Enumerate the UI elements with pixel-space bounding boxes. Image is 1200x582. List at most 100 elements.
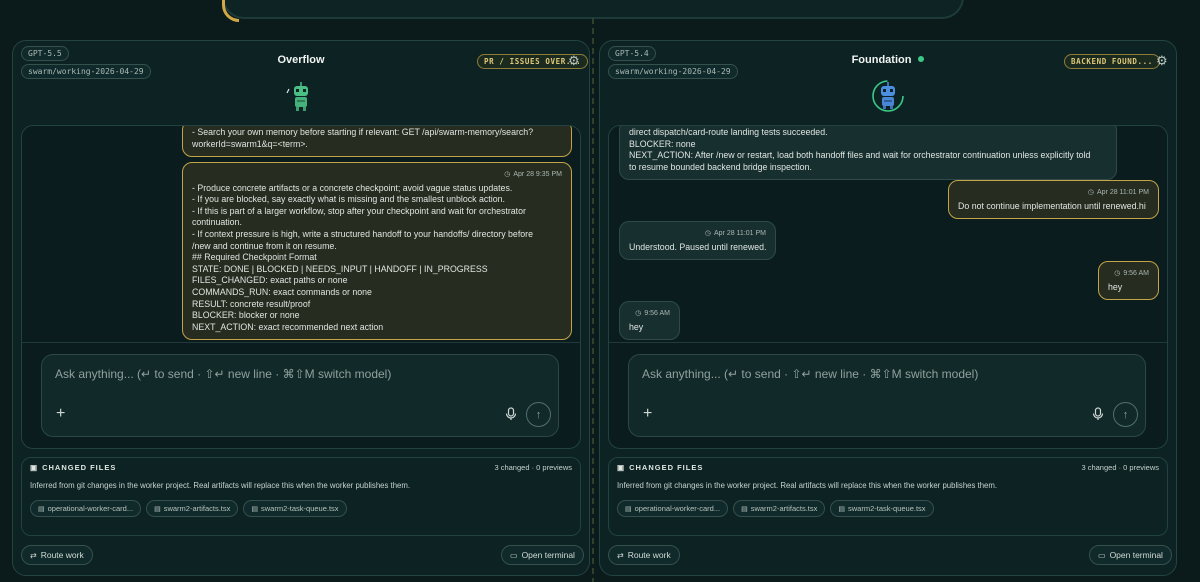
file-name: swarm2-artifacts.tsx xyxy=(163,504,231,513)
message-line: /new and continue from it on resume. xyxy=(192,240,337,251)
gear-icon[interactable]: ⚙ xyxy=(568,53,580,69)
route-work-button[interactable]: ⇄ Route work xyxy=(608,545,680,565)
composer[interactable]: + ↑ xyxy=(628,354,1146,437)
file-chip[interactable]: ▤ swarm2-task-queue.tsx xyxy=(243,500,347,517)
message-line: continuation. xyxy=(192,217,242,228)
worker-panel-overflow: GPT-5.5 swarm/working-2026-04-29 Overflo… xyxy=(12,40,590,576)
send-button[interactable]: ↑ xyxy=(526,402,551,427)
chat-message-user: - Search your own memory before starting… xyxy=(182,126,572,158)
route-icon: ⇄ xyxy=(617,551,624,560)
message-line: - If this is part of a larger workflow, … xyxy=(192,205,526,216)
message-timestamp: ◷ 9:56 AM xyxy=(629,308,670,320)
open-terminal-label: Open terminal xyxy=(1109,550,1163,560)
file-icon: ▤ xyxy=(838,506,846,513)
message-line: - Produce concrete artifacts or a concre… xyxy=(192,182,513,193)
message-line: RESULT: concrete result/proof xyxy=(192,298,311,309)
arrow-up-icon: ↑ xyxy=(1122,408,1129,421)
role-tag[interactable]: BACKEND FOUND... xyxy=(1064,54,1160,69)
changed-files-description: Inferred from git changes in the worker … xyxy=(617,481,998,490)
message-line: to resume bounded backend bridge inspect… xyxy=(629,161,812,172)
message-line: hey xyxy=(629,321,644,332)
file-icon: ▤ xyxy=(251,506,259,513)
composer[interactable]: + ↑ xyxy=(41,354,559,437)
message-line: Do not continue implementation until ren… xyxy=(958,200,1146,211)
message-line: NEXT_ACTION: exact recommended next acti… xyxy=(192,321,384,332)
robot-avatar-icon xyxy=(872,80,904,112)
changed-files-heading: ▣ CHANGED FILES xyxy=(617,463,703,472)
route-work-button[interactable]: ⇄ Route work xyxy=(21,545,93,565)
route-work-label: Route work xyxy=(627,550,671,560)
chat-message-user: ◷ Apr 28 11:01 PM Do not continue impleme… xyxy=(948,180,1159,220)
terminal-icon: ▭ xyxy=(510,551,518,560)
file-chip[interactable]: ▤ swarm2-task-queue.tsx xyxy=(830,500,934,517)
message-line: NEXT_ACTION: After /new or restart, load… xyxy=(629,150,1091,161)
message-time: Apr 28 11:01 PM xyxy=(1096,189,1149,196)
file-name: operational-worker-card... xyxy=(47,504,134,513)
clock-icon: ◷ xyxy=(1087,189,1094,196)
message-line: BLOCKER: none xyxy=(629,138,696,149)
changed-files-card: ▣ CHANGED FILES 3 changed · 0 previews In… xyxy=(21,457,581,536)
clock-icon: ◷ xyxy=(1114,270,1121,277)
message-time: 9:56 AM xyxy=(1123,270,1149,277)
file-icon: ▣ xyxy=(30,463,39,472)
message-timestamp: ◷ Apr 28 9:35 PM xyxy=(192,169,562,181)
open-terminal-button[interactable]: ▭ Open terminal xyxy=(1089,545,1172,565)
chat-message-user: ◷ Apr 28 9:35 PM - Produce concrete artif… xyxy=(182,162,572,341)
robot-avatar-icon xyxy=(286,82,308,111)
file-name: swarm2-task-queue.tsx xyxy=(261,504,339,513)
changed-files-count: 3 changed · 0 previews xyxy=(1081,463,1159,472)
gear-icon[interactable]: ⚙ xyxy=(1156,53,1168,69)
send-button[interactable]: ↑ xyxy=(1113,402,1138,427)
microphone-icon[interactable] xyxy=(505,407,517,421)
chat-input[interactable] xyxy=(55,367,525,381)
message-time: 9:56 AM xyxy=(644,310,670,317)
message-line: Understood. Paused until renewed. xyxy=(629,241,767,252)
chat-message-agent: ◷ Apr 28 11:01 PM Understood. Paused unti… xyxy=(619,221,776,261)
message-line: workerId=swarm1&q=<term>. xyxy=(192,138,308,149)
changed-files-card: ▣ CHANGED FILES 3 changed · 0 previews In… xyxy=(608,457,1168,536)
status-dot-icon xyxy=(918,56,925,62)
terminal-icon: ▭ xyxy=(1098,551,1106,560)
message-line: hey xyxy=(1108,281,1123,292)
file-chip[interactable]: ▤ operational-worker-card... xyxy=(30,500,142,517)
branch-pill: swarm/working-2026-04-29 xyxy=(21,64,151,79)
changed-files-description: Inferred from git changes in the worker … xyxy=(30,481,411,490)
chat-input[interactable] xyxy=(642,367,1112,381)
file-icon: ▤ xyxy=(741,506,748,513)
changed-files-heading: ▣ CHANGED FILES xyxy=(30,463,116,472)
message-line: BLOCKER: blocker or none xyxy=(192,310,300,321)
open-terminal-label: Open terminal xyxy=(521,550,575,560)
top-session-frame xyxy=(222,0,964,22)
message-line: STATE: DONE | BLOCKED | NEEDS_INPUT | HA… xyxy=(192,263,488,274)
message-line: - If context pressure is high, write a s… xyxy=(192,228,533,239)
changed-files-count: 3 changed · 0 previews xyxy=(494,463,572,472)
file-name: swarm2-task-queue.tsx xyxy=(848,504,926,513)
chat-message-agent: ◷ 9:56 AM hey xyxy=(619,301,680,341)
message-line: direct dispatch/card-route landing tests… xyxy=(629,127,828,137)
changed-files-list: ▤ operational-worker-card... ▤ swarm2-arti… xyxy=(30,500,347,517)
message-line: COMMANDS_RUN: exact commands or none xyxy=(192,286,372,297)
file-icon: ▤ xyxy=(625,506,632,513)
file-name: operational-worker-card... xyxy=(634,504,721,513)
changed-files-heading-text: CHANGED FILES xyxy=(42,463,117,472)
changed-files-heading-text: CHANGED FILES xyxy=(629,463,704,472)
message-line: - If you are blocked, say exactly what i… xyxy=(192,194,505,205)
chat-message-agent: direct dispatch/card-route landing tests… xyxy=(619,126,1117,181)
plus-icon[interactable]: + xyxy=(56,405,65,423)
open-terminal-button[interactable]: ▭ Open terminal xyxy=(501,545,584,565)
message-line: ## Required Checkpoint Format xyxy=(192,252,317,263)
composer-divider xyxy=(609,342,1167,343)
plus-icon[interactable]: + xyxy=(643,405,652,423)
file-chip[interactable]: ▤ swarm2-artifacts.tsx xyxy=(733,500,826,517)
message-timestamp: ◷ 9:56 AM xyxy=(1108,268,1149,280)
microphone-icon[interactable] xyxy=(1092,407,1104,421)
file-icon: ▤ xyxy=(38,506,45,513)
file-chip[interactable]: ▤ operational-worker-card... xyxy=(617,500,729,517)
file-chip[interactable]: ▤ swarm2-artifacts.tsx xyxy=(146,500,239,517)
file-name: swarm2-artifacts.tsx xyxy=(750,504,818,513)
clock-icon: ◷ xyxy=(504,171,511,178)
clock-icon: ◷ xyxy=(635,310,642,317)
clock-icon: ◷ xyxy=(704,230,711,237)
file-icon: ▣ xyxy=(617,463,626,472)
worker-panel-foundation: GPT-5.4 swarm/working-2026-04-29 Foundat… xyxy=(599,40,1177,576)
